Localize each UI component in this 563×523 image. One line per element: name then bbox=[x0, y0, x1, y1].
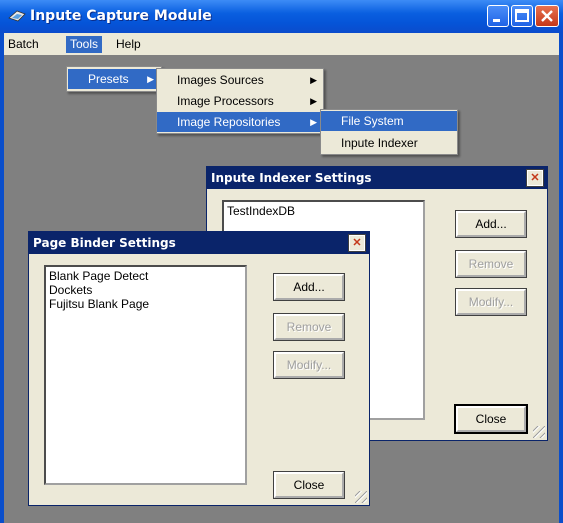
close-icon: ✕ bbox=[530, 172, 540, 184]
submenu-arrow-icon: ▶ bbox=[147, 74, 154, 84]
menu-item-inpute-indexer[interactable]: Inpute Indexer bbox=[321, 133, 457, 153]
submenu-arrow-icon: ▶ bbox=[310, 96, 317, 106]
list-item[interactable]: Fujitsu Blank Page bbox=[49, 297, 242, 311]
indexer-remove-button[interactable]: Remove bbox=[455, 250, 527, 278]
menu-item-image-processors[interactable]: Image Processors ▶ bbox=[157, 91, 323, 111]
window-border-right bbox=[559, 33, 563, 523]
menu-item-label: Images Sources bbox=[177, 73, 264, 87]
menu-batch[interactable]: Batch bbox=[4, 36, 43, 53]
menu-item-file-system[interactable]: File System bbox=[321, 111, 457, 131]
presets-menu: Images Sources ▶ Image Processors ▶ Imag… bbox=[156, 68, 324, 134]
indexer-close-button[interactable]: Close bbox=[454, 404, 528, 434]
page-binder-settings-dialog: Page Binder Settings ✕ Blank Page Detect… bbox=[28, 231, 370, 506]
list-item[interactable]: Dockets bbox=[49, 283, 242, 297]
menu-item-image-sources[interactable]: Images Sources ▶ bbox=[157, 70, 323, 90]
close-button[interactable] bbox=[535, 5, 559, 27]
title-bar[interactable]: Inpute Capture Module bbox=[0, 0, 563, 33]
binder-add-button[interactable]: Add... bbox=[273, 273, 345, 301]
dialog-close-button[interactable]: ✕ bbox=[348, 234, 366, 252]
menu-item-image-repositories[interactable]: Image Repositories ▶ bbox=[157, 112, 323, 132]
button-label: Modify... bbox=[468, 295, 514, 309]
maximize-button[interactable] bbox=[511, 5, 533, 27]
close-icon bbox=[541, 10, 553, 22]
window-title: Inpute Capture Module bbox=[30, 8, 212, 24]
repositories-menu: File System Inpute Indexer bbox=[320, 109, 458, 155]
menu-item-label: Image Repositories bbox=[177, 115, 281, 129]
tools-menu: Presets ▶ bbox=[66, 66, 162, 92]
dialog-title[interactable]: Page Binder Settings bbox=[29, 232, 369, 254]
button-label: Remove bbox=[286, 320, 332, 334]
list-item[interactable]: TestIndexDB bbox=[227, 204, 420, 218]
binder-list[interactable]: Blank Page Detect Dockets Fujitsu Blank … bbox=[44, 265, 247, 485]
button-label: Modify... bbox=[286, 358, 332, 372]
indexer-add-button[interactable]: Add... bbox=[455, 210, 527, 238]
binder-modify-button[interactable]: Modify... bbox=[273, 351, 345, 379]
submenu-arrow-icon: ▶ bbox=[310, 117, 317, 127]
binder-remove-button[interactable]: Remove bbox=[273, 313, 345, 341]
menu-item-label: Presets bbox=[88, 72, 129, 86]
app-icon bbox=[8, 10, 26, 22]
indexer-modify-button[interactable]: Modify... bbox=[455, 288, 527, 316]
maximize-icon bbox=[515, 9, 529, 22]
menu-item-presets[interactable]: Presets ▶ bbox=[68, 69, 160, 89]
button-label: Add... bbox=[293, 280, 325, 294]
submenu-arrow-icon: ▶ bbox=[310, 75, 317, 85]
menu-help[interactable]: Help bbox=[112, 36, 145, 53]
close-icon: ✕ bbox=[352, 237, 362, 249]
menu-item-label: Image Processors bbox=[177, 94, 274, 108]
dialog-close-button[interactable]: ✕ bbox=[526, 169, 544, 187]
resize-grip-icon[interactable] bbox=[533, 426, 545, 438]
menu-bar: Batch Tools Help bbox=[4, 33, 559, 55]
dialog-title[interactable]: Inpute Indexer Settings bbox=[207, 167, 547, 189]
list-item[interactable]: Blank Page Detect bbox=[49, 269, 242, 283]
binder-close-button[interactable]: Close bbox=[273, 471, 345, 499]
resize-grip-icon[interactable] bbox=[355, 491, 367, 503]
minimize-button[interactable] bbox=[487, 5, 509, 27]
button-label: Remove bbox=[468, 257, 514, 271]
button-label: Add... bbox=[475, 217, 507, 231]
menu-tools[interactable]: Tools bbox=[66, 36, 103, 53]
minimize-icon bbox=[493, 19, 500, 22]
